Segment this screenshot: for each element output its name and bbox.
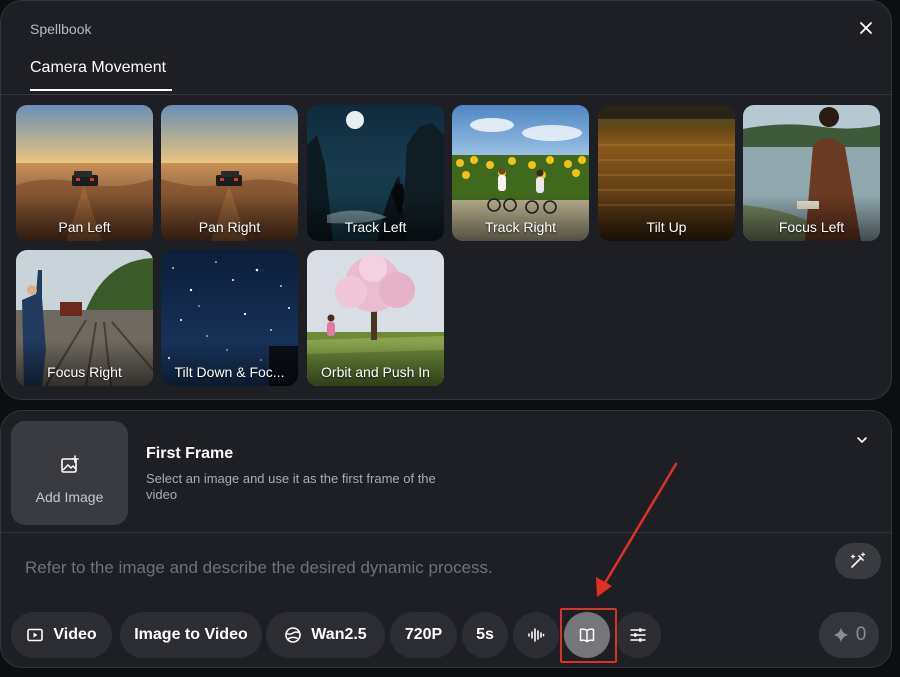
- add-image-button[interactable]: Add Image: [11, 421, 128, 525]
- preset-card-focus-right[interactable]: Focus Right: [16, 250, 153, 386]
- settings-button[interactable]: [615, 612, 661, 658]
- composer-panel: Add Image First Frame Select an image an…: [0, 410, 892, 668]
- prompt-input[interactable]: [25, 556, 805, 580]
- preset-label: Pan Right: [198, 219, 261, 235]
- spellbook-button[interactable]: [564, 612, 610, 658]
- type-label: Image to Video: [134, 626, 248, 643]
- preset-card-pan-right[interactable]: Pan Right: [161, 105, 298, 241]
- spellbook-panel: Spellbook Camera Movement Pan Left Pan R…: [0, 0, 892, 400]
- first-frame-description: Select an image and use it as the first …: [146, 471, 436, 502]
- duration-label: 5s: [476, 626, 494, 643]
- divider: [1, 532, 891, 533]
- model-globe-icon: [285, 627, 302, 643]
- model-label: Wan2.5: [311, 626, 367, 643]
- chevron-down-icon[interactable]: [855, 433, 869, 447]
- preset-card-tilt-up[interactable]: Tilt Up: [598, 105, 735, 241]
- preset-card-focus-left[interactable]: Focus Left: [743, 105, 880, 241]
- preset-label: Focus Right: [47, 364, 122, 380]
- preset-card-track-right[interactable]: Track Right: [452, 105, 589, 241]
- magic-wand-icon: [850, 552, 866, 568]
- preset-card-track-left[interactable]: Track Left: [307, 105, 444, 241]
- generate-button[interactable]: 0: [819, 612, 879, 658]
- preset-card-tilt-down-focus[interactable]: Tilt Down & Foc...: [161, 250, 298, 386]
- video-icon: [27, 628, 44, 642]
- preset-label: Focus Left: [778, 219, 845, 235]
- close-icon[interactable]: [857, 19, 875, 37]
- add-image-icon: [61, 455, 79, 473]
- generation-type-button[interactable]: Image to Video: [120, 612, 262, 658]
- audio-button[interactable]: [513, 612, 559, 658]
- preset-card-orbit-push-in[interactable]: Orbit and Push In: [307, 250, 444, 386]
- preset-label: Tilt Down & Foc...: [174, 364, 285, 380]
- preset-label: Orbit and Push In: [321, 364, 430, 380]
- prompt-enhance-button[interactable]: [835, 543, 881, 579]
- preset-label: Track Left: [344, 219, 407, 235]
- sparkle-icon: [833, 627, 849, 643]
- model-select-button[interactable]: Wan2.5: [266, 612, 385, 658]
- tab-camera-movement[interactable]: Camera Movement: [30, 59, 172, 91]
- audio-waveform-icon: [528, 628, 545, 642]
- divider: [1, 94, 891, 95]
- resolution-label: 720P: [404, 626, 443, 643]
- mode-label: Video: [53, 626, 97, 643]
- credit-cost: 0: [855, 624, 867, 645]
- preset-label: Pan Left: [58, 219, 111, 235]
- book-icon: [579, 628, 595, 643]
- preset-label: Tilt Up: [646, 219, 687, 235]
- first-frame-title: First Frame: [146, 445, 234, 462]
- add-image-label: Add Image: [35, 489, 104, 505]
- preset-label: Track Right: [484, 219, 557, 235]
- spellbook-title: Spellbook: [30, 21, 92, 37]
- preset-card-pan-left[interactable]: Pan Left: [16, 105, 153, 241]
- mode-video-button[interactable]: Video: [11, 612, 112, 658]
- resolution-button[interactable]: 720P: [390, 612, 457, 658]
- duration-button[interactable]: 5s: [462, 612, 508, 658]
- page: Spellbook Camera Movement Pan Left Pan R…: [0, 0, 900, 677]
- sliders-icon: [630, 628, 646, 642]
